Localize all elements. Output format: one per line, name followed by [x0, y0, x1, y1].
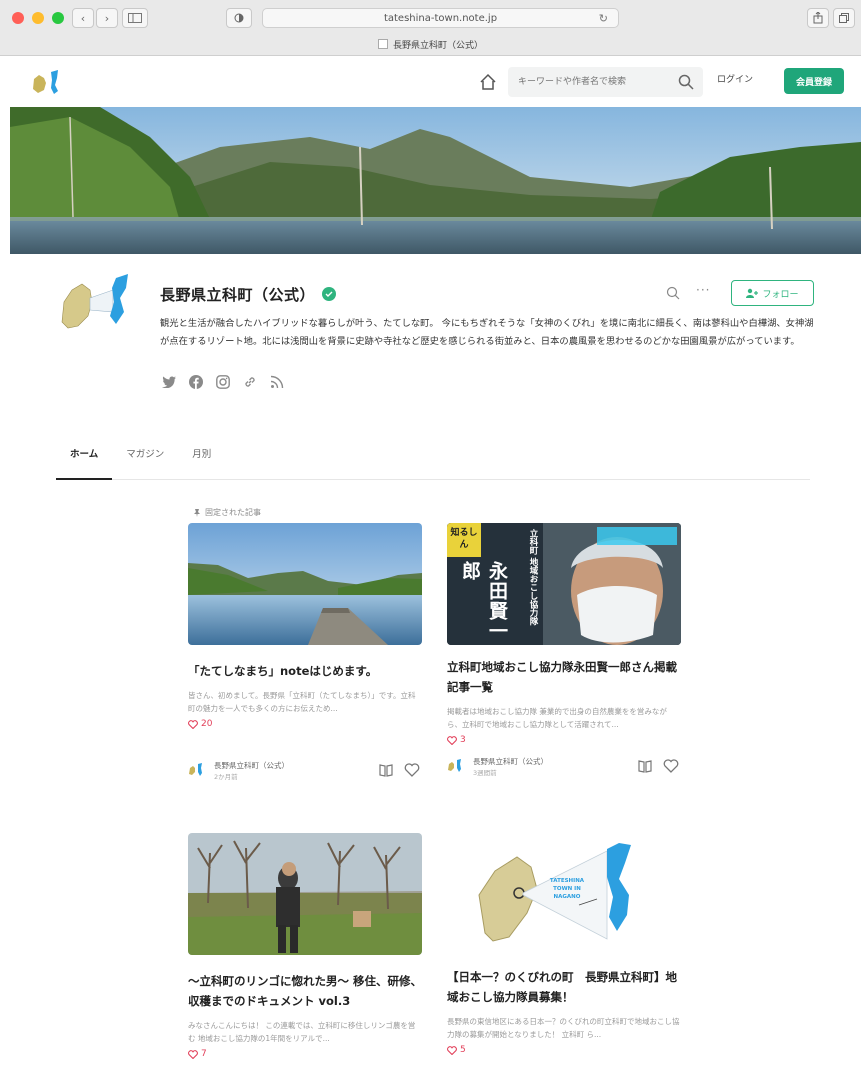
add-to-magazine-icon[interactable]	[378, 762, 394, 778]
site-logo[interactable]	[30, 69, 70, 95]
tab-strip[interactable]: 長野県立科町（公式）	[0, 32, 861, 56]
minimize-window-button[interactable]	[32, 12, 44, 24]
heart-icon	[447, 1045, 457, 1055]
tab-title: 長野県立科町（公式）	[392, 40, 483, 51]
back-button[interactable]: ‹	[72, 8, 94, 28]
pin-icon	[194, 508, 200, 517]
article-title[interactable]: 「たてしなまち」noteはじめます。	[188, 661, 422, 681]
privacy-shield-icon	[234, 13, 244, 23]
like-count: 5	[447, 1045, 681, 1055]
more-options-icon[interactable]: ···	[696, 283, 710, 297]
profile-avatar[interactable]	[58, 272, 134, 334]
article-footer: 長野県立科町（公式） 3週間前	[447, 755, 681, 779]
home-icon[interactable]	[478, 72, 498, 92]
social-links	[161, 374, 285, 390]
sidebar-button[interactable]	[122, 8, 148, 28]
facebook-icon[interactable]	[188, 374, 204, 390]
chevron-left-icon: ‹	[80, 11, 86, 25]
post-time: 3週間前	[473, 769, 497, 777]
profile-name: 長野県立科町（公式）	[160, 286, 316, 304]
article-title[interactable]: 立科町地域おこし協力隊永田賢一郎さん掲載記事一覧	[447, 657, 681, 697]
share-button[interactable]	[807, 8, 829, 28]
like-count: 7	[188, 1049, 422, 1059]
tab-magazine[interactable]: マガジン	[112, 440, 178, 480]
pinned-label: 固定された記事	[205, 508, 261, 517]
article-footer: 長野県立科町（公式） 2か月前	[188, 759, 422, 783]
article-title[interactable]: 〜立科町のリンゴに惚れた男〜 移住、研修、収穫までのドキュメント vol.3	[188, 971, 422, 1011]
tab-home[interactable]: ホーム	[56, 440, 113, 480]
article-excerpt: 長野県の東信地区にある日本一？のくびれの町立科町で地域おこし協力隊の募集が開始と…	[447, 1017, 680, 1039]
heart-icon	[188, 1049, 198, 1059]
address-bar[interactable]: tateshina-town.note.jp ↻	[262, 8, 619, 28]
twitter-icon[interactable]	[161, 374, 177, 390]
share-icon	[813, 12, 823, 24]
article-thumbnail[interactable]	[188, 523, 422, 645]
like-count-value: 20	[201, 719, 213, 729]
forward-button[interactable]: ›	[96, 8, 118, 28]
add-user-icon	[746, 288, 759, 298]
like-count-value: 3	[460, 735, 466, 745]
article-excerpt: 皆さん、初めまして。長野県「立科町（たてしなまち）」です。立科町の魅力を一人でも…	[188, 691, 416, 713]
like-count: 3	[447, 735, 681, 745]
article-title[interactable]: 【日本一？のくびれの町 長野県立科町】地域おこし協力隊員募集！	[447, 967, 681, 1007]
like-button-icon[interactable]	[404, 762, 420, 778]
profile-tabs: ホーム マガジン 月別	[56, 440, 810, 480]
follow-label: フォロー	[762, 289, 799, 300]
link-icon[interactable]	[242, 374, 258, 390]
verified-badge-icon	[322, 287, 336, 301]
zoom-window-button[interactable]	[52, 12, 64, 24]
rss-icon[interactable]	[269, 374, 285, 390]
search-icon[interactable]	[678, 74, 694, 90]
tabs-overview-button[interactable]	[833, 8, 855, 28]
favicon-icon	[377, 39, 388, 49]
article-card[interactable]: 知るしん 立科町 地域おこし協力隊 永田賢一郎 立科町地域おこし協力隊永田賢一郎…	[447, 523, 681, 779]
map-label: TATESHINA TOWN IN NAGANO	[549, 878, 585, 900]
like-count-value: 7	[201, 1049, 207, 1059]
instagram-icon[interactable]	[215, 374, 231, 390]
follow-button[interactable]: フォロー	[731, 280, 814, 306]
hero-image	[10, 107, 861, 254]
close-window-button[interactable]	[12, 12, 24, 24]
thumb-vertical-name: 永田賢一郎	[459, 561, 508, 641]
heart-icon	[447, 735, 457, 745]
article-card[interactable]: 〜立科町のリンゴに惚れた男〜 移住、研修、収穫までのドキュメント vol.3 み…	[188, 833, 422, 1059]
article-card[interactable]: 「たてしなまち」noteはじめます。 皆さん、初めまして。長野県「立科町（たてし…	[188, 523, 422, 783]
article-thumbnail[interactable]: TATESHINA TOWN IN NAGANO	[447, 833, 681, 955]
profile-bio: 観光と生活が融合したハイブリッドな暮らしが叶う、たてしな町。 今にもちぎれそうな…	[160, 318, 814, 347]
article-thumbnail[interactable]: 知るしん 立科町 地域おこし協力隊 永田賢一郎	[447, 523, 681, 645]
article-thumbnail[interactable]	[188, 833, 422, 955]
add-to-magazine-icon[interactable]	[637, 758, 653, 774]
like-count-value: 5	[460, 1045, 466, 1055]
profile-search-icon[interactable]	[666, 286, 680, 300]
pinned-indicator: 固定された記事	[193, 507, 261, 518]
heart-icon	[188, 719, 198, 729]
author-avatar[interactable]	[447, 759, 465, 773]
reload-icon[interactable]: ↻	[599, 12, 608, 25]
author-name[interactable]: 長野県立科町（公式）	[214, 760, 289, 771]
tabs-icon	[839, 13, 849, 23]
like-count: 20	[188, 719, 422, 729]
article-excerpt: みなさんこんにちは！ この連載では、立科町に移住しリンゴ農を営む 地域おこし協力…	[188, 1021, 416, 1043]
article-card[interactable]: TATESHINA TOWN IN NAGANO 【日本一？のくびれの町 長野県…	[447, 833, 681, 1055]
browser-chrome: ‹ › tateshina-town.note.jp ↻ 長野県立科町（公式）	[0, 0, 861, 56]
login-button[interactable]: ログイン	[717, 72, 753, 85]
search-input[interactable]	[508, 67, 703, 97]
privacy-button[interactable]	[226, 8, 252, 28]
chevron-right-icon: ›	[104, 11, 110, 25]
tab-monthly[interactable]: 月別	[178, 440, 225, 480]
sidebar-icon	[128, 13, 142, 23]
author-name[interactable]: 長野県立科町（公式）	[473, 756, 548, 767]
url-text: tateshina-town.note.jp	[383, 12, 498, 24]
signup-button[interactable]: 会員登録	[784, 68, 844, 94]
thumb-badge-text: 知るしん	[450, 528, 478, 550]
thumb-vertical-caption: 立科町 地域おこし協力隊	[528, 529, 538, 626]
article-excerpt: 掲載者は地域おこし協力隊 兼業的で出身の自然農業をを営みながら、立科町で地域おこ…	[447, 707, 667, 729]
author-avatar[interactable]	[188, 763, 206, 777]
post-time: 2か月前	[214, 773, 238, 781]
site-header: ログイン 会員登録	[0, 57, 861, 107]
window-controls	[12, 12, 64, 24]
like-button-icon[interactable]	[663, 758, 679, 774]
